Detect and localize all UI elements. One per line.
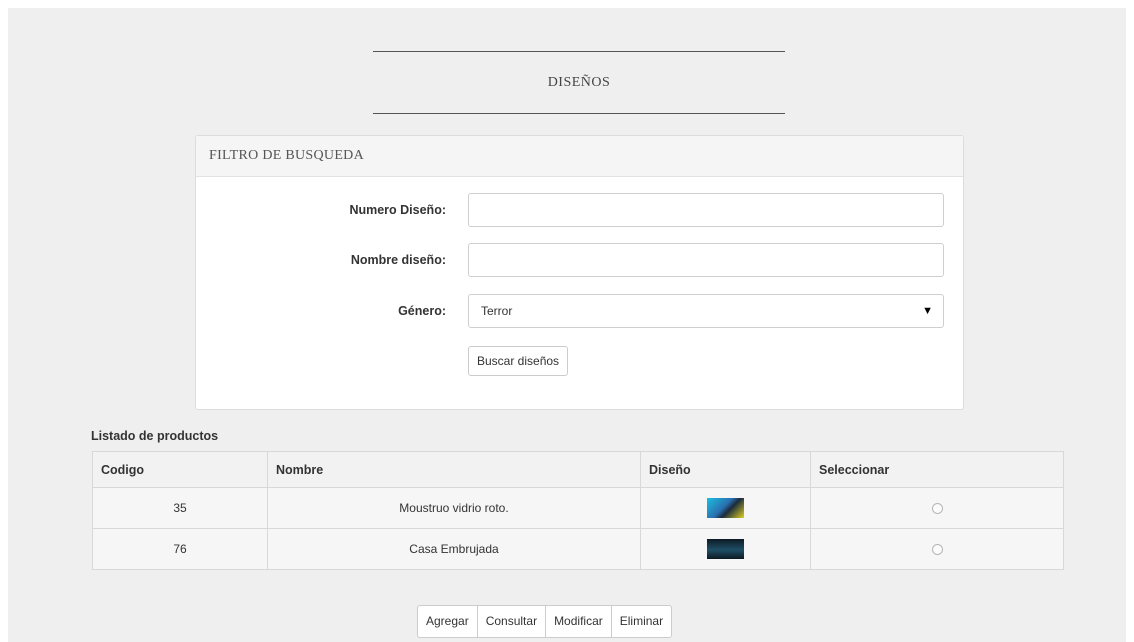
genero-label: Género: [398, 304, 446, 318]
row-diseno [640, 487, 811, 529]
column-header-seleccionar: Seleccionar [810, 451, 1064, 488]
genero-row: Género: Terror ▼ [196, 294, 963, 328]
title-bottom-rule [373, 113, 785, 114]
row-seleccionar [810, 528, 1064, 570]
nombre-diseno-input[interactable] [468, 243, 944, 277]
design-thumbnail-haunted-house-icon [707, 539, 744, 559]
product-list-caption: Listado de productos [91, 429, 219, 443]
genero-select[interactable]: Terror ▼ [468, 294, 944, 328]
page-title: DISEÑOS [547, 75, 611, 90]
table-header-row: Codigo Nombre Diseño Seleccionar [92, 451, 1064, 488]
products-table: Codigo Nombre Diseño Seleccionar 35 Mous… [92, 451, 1064, 570]
search-designs-button[interactable]: Buscar diseños [468, 346, 569, 376]
select-row-radio[interactable] [931, 503, 943, 515]
row-codigo: 35 [92, 487, 268, 529]
row-nombre: Casa Embrujada [267, 528, 641, 570]
nombre-diseno-label: Nombre diseño: [350, 253, 446, 267]
nombre-diseno-row: Nombre diseño: [196, 243, 963, 277]
page-background: DISEÑOS FILTRO DE BUSQUEDA Numero Diseño… [8, 8, 1126, 642]
column-header-codigo: Codigo [92, 451, 268, 488]
action-button-group: Agregar Consultar Modificar Eliminar [417, 605, 673, 638]
numero-diseno-label: Numero Diseño: [349, 203, 446, 217]
genero-selected-value: Terror [481, 304, 513, 318]
table-row: 35 Moustruo vidrio roto. [92, 487, 1064, 529]
row-diseno [640, 528, 811, 570]
select-row-radio[interactable] [931, 544, 943, 556]
eliminar-button[interactable]: Eliminar [610, 605, 673, 638]
row-codigo: 76 [92, 528, 268, 570]
agregar-button[interactable]: Agregar [417, 605, 478, 638]
numero-diseno-row: Numero Diseño: [196, 193, 963, 227]
column-header-nombre: Nombre [267, 451, 641, 488]
page-title-block: DISEÑOS [373, 51, 785, 114]
row-nombre: Moustruo vidrio roto. [267, 487, 641, 529]
row-seleccionar [810, 487, 1064, 529]
search-filter-panel: FILTRO DE BUSQUEDA Numero Diseño: Nombre… [195, 135, 964, 410]
table-row: 76 Casa Embrujada [92, 528, 1064, 570]
numero-diseno-input[interactable] [468, 193, 944, 227]
dropdown-arrow-icon: ▼ [922, 305, 933, 317]
design-thumbnail-monster-icon [707, 498, 744, 518]
filter-panel-heading: FILTRO DE BUSQUEDA [196, 136, 963, 177]
consultar-button[interactable]: Consultar [476, 605, 547, 638]
column-header-diseno: Diseño [640, 451, 811, 488]
modificar-button[interactable]: Modificar [545, 605, 612, 638]
